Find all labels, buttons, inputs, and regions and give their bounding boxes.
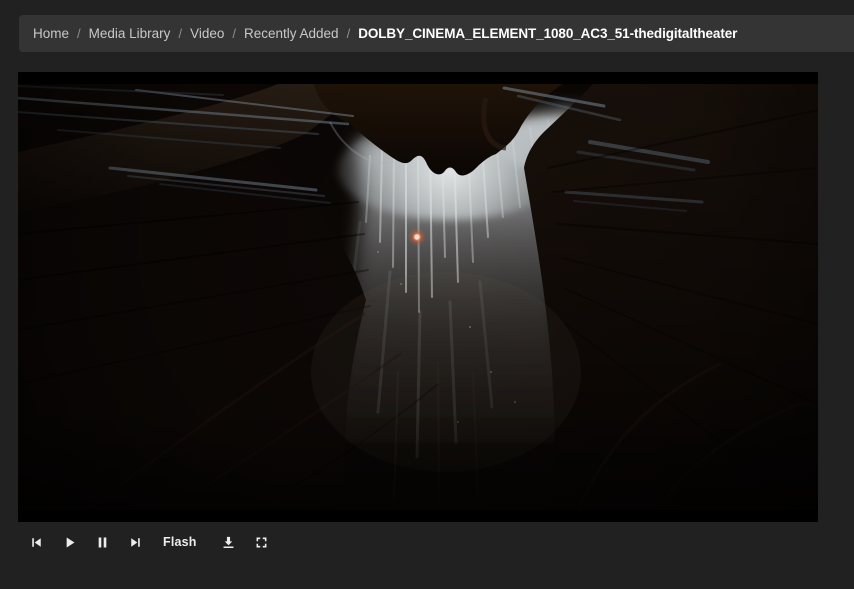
video-frame xyxy=(18,72,818,522)
breadcrumb-item-media-library[interactable]: Media Library xyxy=(89,27,171,41)
video-player[interactable] xyxy=(18,72,818,522)
download-icon xyxy=(220,534,237,551)
skip-next-button[interactable] xyxy=(125,532,145,552)
breadcrumb-item-current-title: DOLBY_CINEMA_ELEMENT_1080_AC3_51-thedigi… xyxy=(358,27,737,41)
play-icon xyxy=(61,534,78,551)
breadcrumb: Home / Media Library / Video / Recently … xyxy=(19,15,854,52)
skip-next-icon xyxy=(127,534,144,551)
fullscreen-button[interactable] xyxy=(252,532,272,552)
breadcrumb-separator: / xyxy=(347,27,351,40)
breadcrumb-separator: / xyxy=(232,27,236,40)
breadcrumb-item-home[interactable]: Home xyxy=(33,27,69,41)
player-controls: Flash xyxy=(26,531,272,553)
download-button[interactable] xyxy=(219,532,239,552)
pause-button[interactable] xyxy=(92,532,112,552)
play-button[interactable] xyxy=(59,532,79,552)
breadcrumb-separator: / xyxy=(77,27,81,40)
pause-icon xyxy=(94,534,111,551)
breadcrumb-item-recently-added[interactable]: Recently Added xyxy=(244,27,339,41)
page: { "colors": { "page_bg": "#212121", "bre… xyxy=(0,0,854,589)
flash-mode-button[interactable]: Flash xyxy=(163,535,197,549)
fullscreen-icon xyxy=(253,534,270,551)
skip-previous-button[interactable] xyxy=(26,532,46,552)
skip-previous-icon xyxy=(28,534,45,551)
breadcrumb-item-video[interactable]: Video xyxy=(190,27,224,41)
breadcrumb-separator: / xyxy=(178,27,182,40)
